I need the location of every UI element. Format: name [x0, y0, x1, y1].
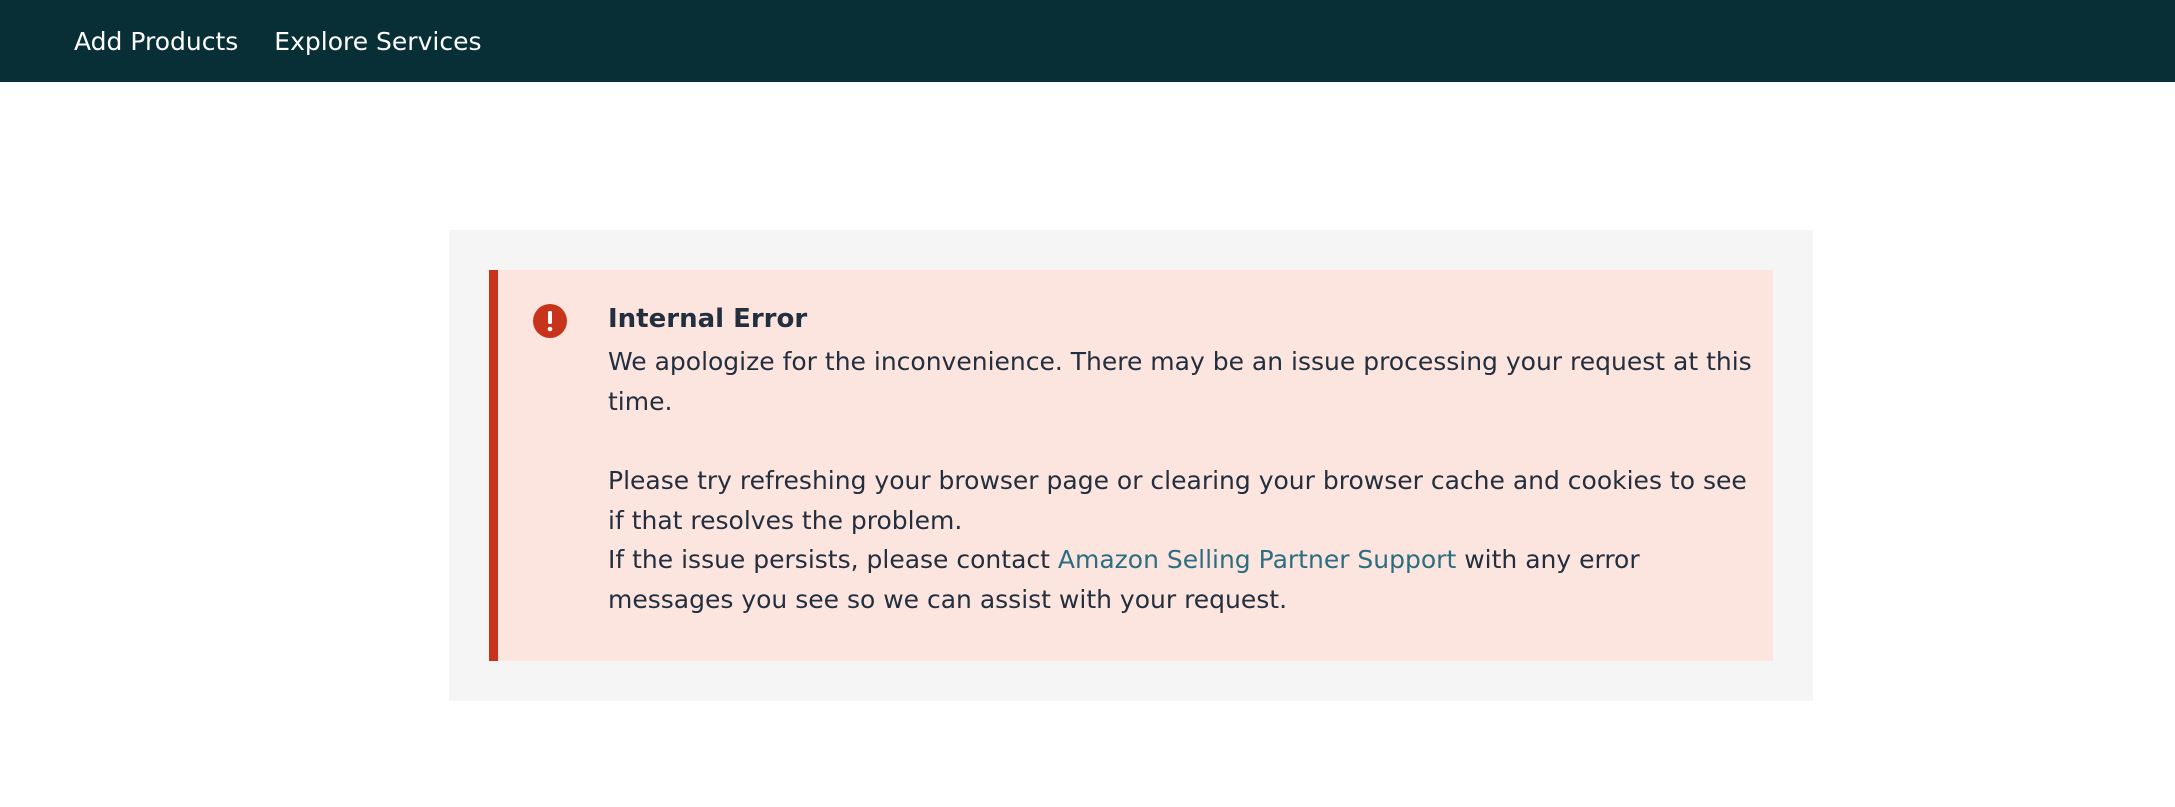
nav-add-products-link[interactable]: Add Products — [74, 27, 238, 56]
error-panel: Internal Error We apologize for the inco… — [449, 230, 1813, 701]
alert-message-refresh-advice: Please try refreshing your browser page … — [608, 466, 1747, 535]
alert-message-contact: If the issue persists, please contact Am… — [608, 540, 1768, 619]
alert-content: Internal Error We apologize for the inco… — [608, 300, 1768, 619]
contact-text-before: If the issue persists, please contact — [608, 545, 1058, 574]
top-navigation-bar: Add Products Explore Services — [0, 0, 2175, 82]
exclamation-circle-icon — [533, 304, 567, 338]
alert-title: Internal Error — [608, 304, 808, 334]
nav-explore-services-link[interactable]: Explore Services — [274, 27, 481, 56]
seller-support-link[interactable]: Amazon Selling Partner Support — [1058, 545, 1456, 574]
alert-message-apology: We apologize for the inconvenience. Ther… — [608, 347, 1752, 416]
error-alert: Internal Error We apologize for the inco… — [489, 270, 1773, 661]
